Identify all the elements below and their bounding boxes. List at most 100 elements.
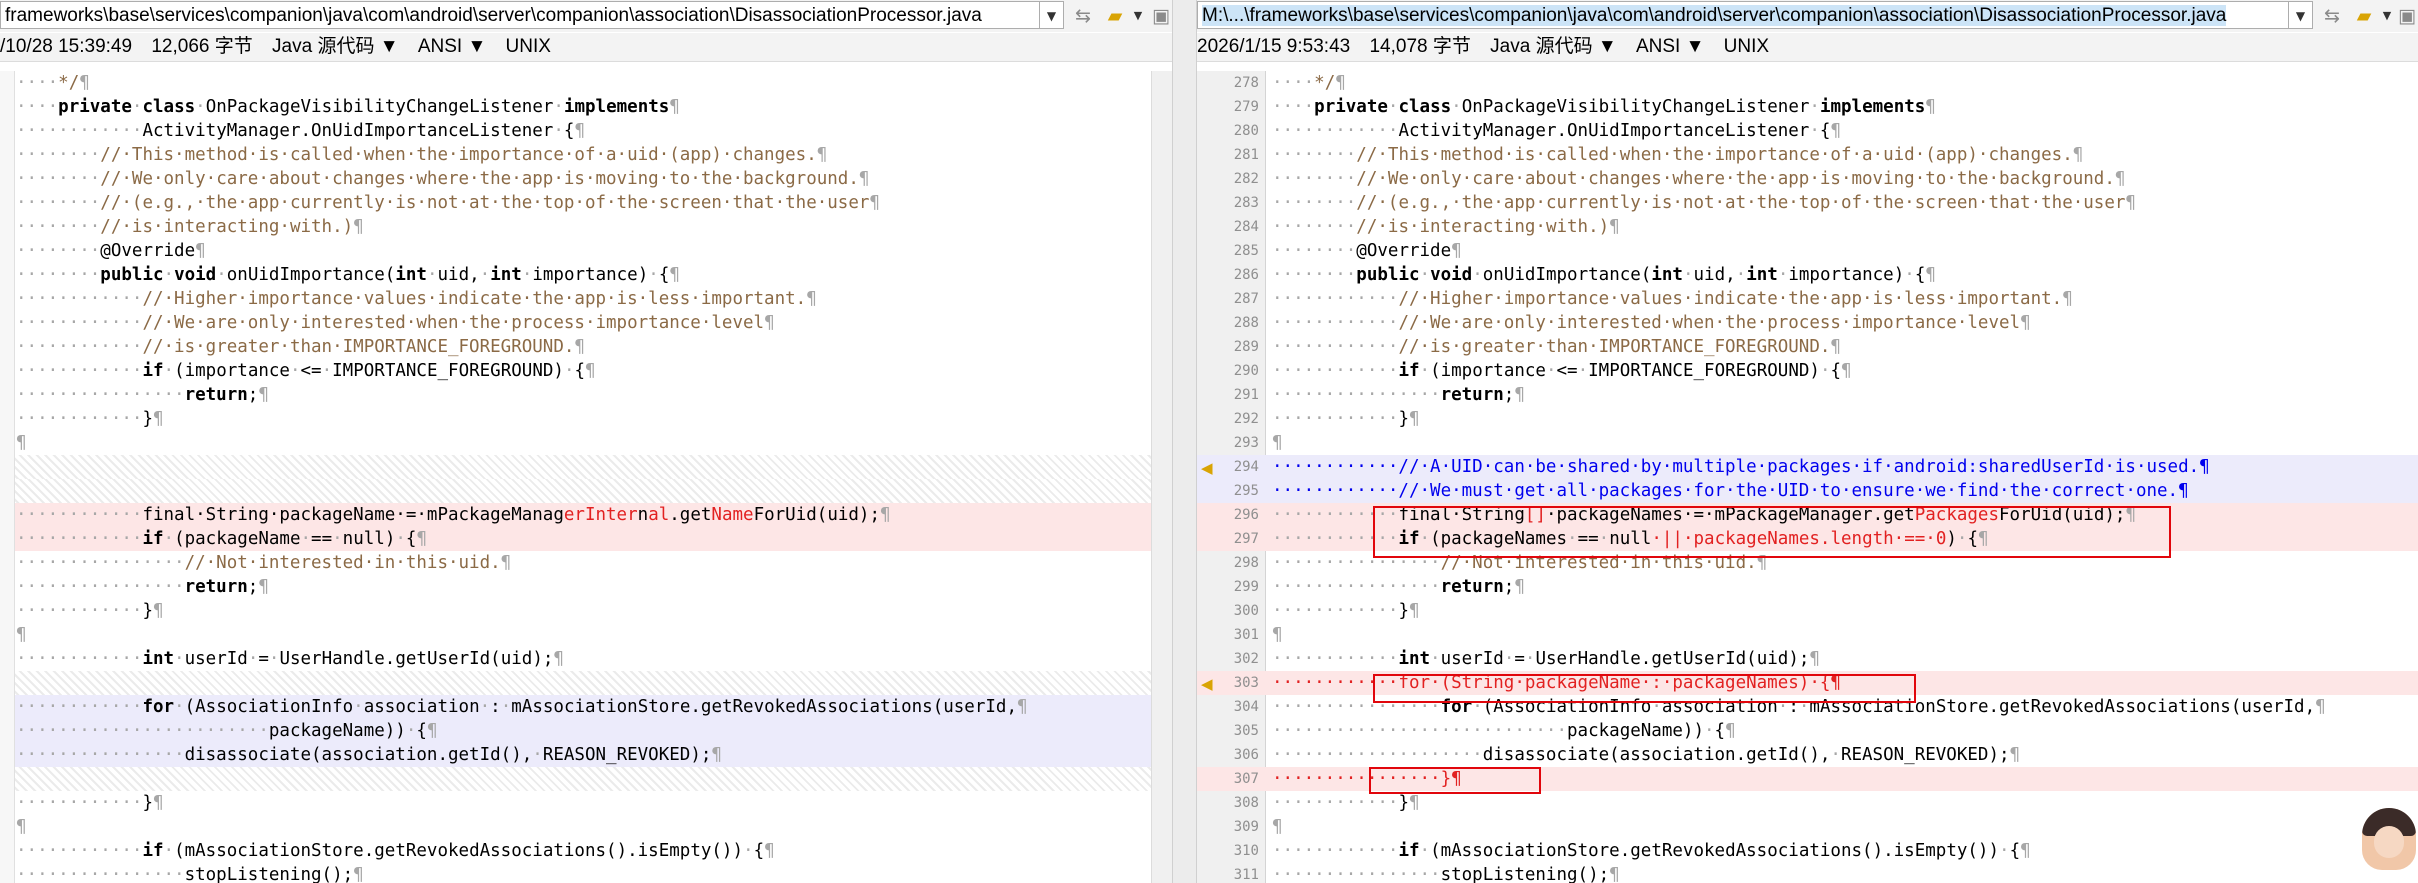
left-code-line: ············if·(importance·<=·IMPORTANCE… — [0, 359, 1172, 383]
left-path-input[interactable]: frameworks\base\services\companion\java\… — [0, 1, 1040, 29]
left-code-line: ········public·void·onUidImportance(int·… — [0, 263, 1172, 287]
folder-dropdown-icon[interactable]: ▼ — [1130, 4, 1146, 28]
code-token: ¶ — [79, 73, 90, 93]
code-text: ············//·We·are·only·interested·wh… — [1272, 311, 2031, 335]
code-text: ¶ — [16, 815, 27, 839]
right-code-line: 286 ········public·void·onUidImportance(i… — [1197, 263, 2418, 287]
code-token: mAssociationStore.getRevokedAssociations… — [511, 697, 1017, 717]
code-token: ¶ — [1335, 73, 1346, 93]
swap-icon[interactable]: ⇆ — [1070, 4, 1096, 28]
save-icon[interactable]: ▣ — [1150, 4, 1172, 28]
code-token: ¶ — [669, 97, 680, 117]
folder-dropdown-icon[interactable]: ▼ — [2379, 4, 2395, 28]
code-token: ············ — [1272, 841, 1399, 861]
code-token: · — [216, 265, 227, 285]
left-code-line: ········//·(e.g.,·the·app·currently·is·n… — [0, 191, 1172, 215]
code-token: · — [479, 697, 491, 717]
code-token: · — [174, 697, 185, 717]
code-token: { — [1819, 121, 1831, 141]
save-icon[interactable]: ▣ — [2397, 4, 2417, 28]
code-text: ················stopListening();¶ — [16, 863, 364, 883]
code-text: ············final·String·packageName·=·m… — [16, 503, 891, 527]
left-code-line: ············if·(mAssociationStore.getRev… — [0, 839, 1172, 863]
code-text: ············//·is·greater·than·IMPORTANC… — [1272, 335, 1841, 359]
left-vertical-scrollbar[interactable] — [1151, 71, 1172, 883]
code-token: · — [1524, 649, 1536, 669]
code-token: ········ — [16, 265, 101, 285]
code-token: ¶ — [353, 865, 364, 883]
code-token: · — [553, 97, 564, 117]
right-file-pane: M:\...\frameworks\base\services\companio… — [1197, 0, 2418, 883]
code-token: ············ — [16, 793, 143, 813]
code-token: //·We·are·only·interested·when·the·proce… — [1398, 313, 2021, 333]
code-text: ············//·is·greater·than·IMPORTANC… — [16, 335, 585, 359]
code-token: ···· — [1272, 73, 1315, 93]
left-file-type-dropdown[interactable]: Java 源代码 ▼ — [272, 36, 399, 57]
code-token: */ — [1314, 73, 1336, 93]
code-token: · — [1577, 361, 1589, 381]
code-token: · — [174, 649, 185, 669]
left-code-line — [0, 767, 1172, 791]
code-token: · — [1682, 265, 1694, 285]
line-number: 306 — [1233, 747, 1259, 763]
right-code-line: 308 ············}¶ — [1197, 791, 2418, 815]
line-number: 290 — [1233, 363, 1259, 379]
code-text: ········//·(e.g.,·the·app·currently·is·n… — [1272, 191, 2136, 215]
code-token: · — [289, 361, 301, 381]
code-token: ················ — [16, 553, 185, 573]
code-token: ¶ — [1408, 601, 1420, 621]
code-text: ············}¶ — [16, 599, 164, 623]
diff-arrow-icon[interactable]: ◀ — [1201, 672, 1213, 696]
code-token: userId — [1440, 649, 1504, 669]
line-number: 298 — [1233, 555, 1259, 571]
pane-splitter[interactable] — [1172, 0, 1197, 883]
folder-icon[interactable]: ▰ — [1100, 4, 1130, 28]
code-token: ···························· — [1272, 721, 1568, 741]
right-code-view[interactable]: 278 ····*/¶ 279 ····private·class·OnPackage… — [1197, 71, 2418, 883]
assistant-avatar[interactable] — [2362, 808, 2416, 870]
code-token: · — [195, 97, 206, 117]
code-token: == — [311, 529, 333, 549]
right-code-line: 279 ····private·class·OnPackageVisibility… — [1197, 95, 2418, 119]
folder-icon[interactable]: ▰ — [2349, 4, 2379, 28]
line-number: 279 — [1233, 99, 1259, 115]
left-code-view[interactable]: ····*/¶ ····private·class·OnPackageVisibi… — [0, 71, 1172, 883]
code-token: ¶ — [880, 505, 891, 525]
code-token: ············ — [1272, 337, 1399, 357]
line-number: 302 — [1233, 651, 1259, 667]
code-token: IMPORTANCE_FOREGROUND) — [332, 361, 564, 381]
diff-arrow-icon[interactable]: ◀ — [1201, 456, 1213, 480]
code-token: null) — [342, 529, 396, 549]
code-text: ········//·is·interacting·with.)¶ — [16, 215, 364, 239]
code-token: ················ — [1272, 577, 1441, 597]
code-token: <= — [1556, 361, 1578, 381]
right-path-input[interactable]: M:\...\frameworks\base\services\companio… — [1197, 1, 2289, 29]
code-token: return — [184, 577, 248, 597]
code-token: ; — [247, 577, 259, 597]
code-token: ···· — [16, 97, 59, 117]
left-path-dropdown[interactable]: ▼ — [1040, 1, 1064, 29]
left-code-line: ············//·We·are·only·interested·wh… — [0, 311, 1172, 335]
code-text: ················stopListening();¶ — [1272, 863, 1620, 883]
right-code-line: 288 ············//·We·are·only·interested… — [1197, 311, 2418, 335]
code-token: stopListening(); — [184, 865, 354, 883]
code-token: private — [58, 97, 132, 117]
code-token: uid, — [437, 265, 480, 285]
code-text: ····private·class·OnPackageVisibilityCha… — [1272, 95, 1936, 119]
code-token: · — [131, 97, 143, 117]
line-number: 307 — [1233, 771, 1259, 787]
swap-icon[interactable]: ⇆ — [2319, 4, 2345, 28]
line-number: 310 — [1233, 843, 1259, 859]
right-code-line: 284 ········//·is·interacting·with.)¶ — [1197, 215, 2418, 239]
line-number: 294 — [1233, 459, 1259, 475]
code-token: ········ — [1272, 217, 1357, 237]
code-token: ········ — [16, 193, 101, 213]
code-token: · — [321, 361, 333, 381]
right-file-type-dropdown[interactable]: Java 源代码 ▼ — [1490, 36, 1617, 57]
code-token: ¶ — [553, 649, 564, 669]
right-encoding-dropdown[interactable]: ANSI ▼ — [1636, 36, 1704, 57]
right-code-line: 295 ············//·We·must·get·all·packag… — [1197, 479, 2418, 503]
code-text: ¶ — [16, 623, 27, 647]
right-path-dropdown[interactable]: ▼ — [2289, 1, 2313, 29]
left-encoding-dropdown[interactable]: ANSI ▼ — [418, 36, 486, 57]
